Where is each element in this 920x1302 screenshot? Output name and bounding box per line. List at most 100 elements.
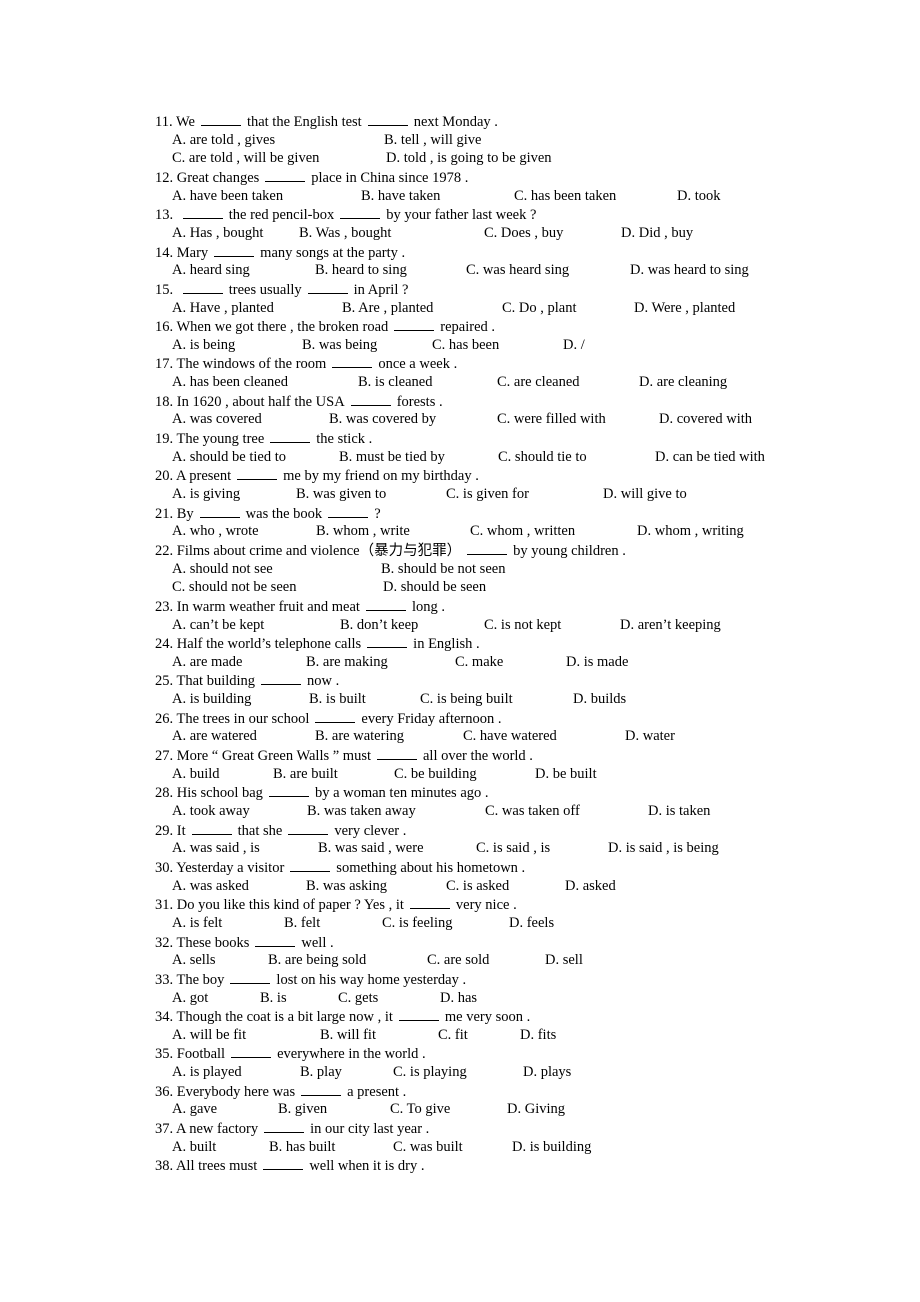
question-stem-text: That building bbox=[176, 673, 256, 689]
answer-option-b: B. was being bbox=[302, 337, 378, 353]
question-stem-text: was the book bbox=[245, 506, 323, 522]
question-19: 19. The young tree the stick . bbox=[155, 429, 372, 447]
question-stem-text: lost on his way home yesterday . bbox=[276, 972, 467, 988]
question-number: 28 bbox=[155, 785, 170, 801]
question-stem-text: Mary bbox=[176, 245, 209, 261]
answer-blank bbox=[365, 597, 406, 611]
question-stem-text: The young tree bbox=[176, 431, 265, 447]
question-number: 13 bbox=[155, 207, 170, 223]
question-20: 20. A present me by my friend on my birth… bbox=[155, 466, 479, 484]
question-stem-text: very clever . bbox=[334, 823, 407, 839]
answer-option-d: D. be built bbox=[535, 766, 597, 782]
question-number-dot: . bbox=[169, 1046, 177, 1062]
question-stem-text: These books bbox=[176, 935, 250, 951]
question-number: 29 bbox=[155, 823, 170, 839]
question-36: 36. Everybody here was a present . bbox=[155, 1082, 406, 1100]
answer-option-d: D. aren’t keeping bbox=[620, 617, 721, 633]
answer-option-b: B. was asking bbox=[306, 878, 387, 894]
answer-option-a: A. can’t be kept bbox=[172, 617, 265, 633]
question-number-dot: . bbox=[169, 1009, 177, 1025]
answer-option-a: A. will be fit bbox=[172, 1027, 247, 1043]
answer-option-c: C. To give bbox=[390, 1101, 451, 1117]
answer-option-c: C. is playing bbox=[393, 1064, 467, 1080]
question-stem-text: Great changes bbox=[176, 170, 260, 186]
answer-blank bbox=[199, 504, 240, 518]
question-number-dot: . bbox=[169, 823, 177, 839]
answer-blank bbox=[268, 783, 309, 797]
question-11: 11. We that the English test next Monday . bbox=[155, 112, 498, 130]
question-stem-text: something about his hometown . bbox=[336, 860, 526, 876]
answer-option-c: C. gets bbox=[338, 990, 379, 1006]
question-stem-text: place in China since 1978 . bbox=[311, 170, 469, 186]
options-row: A. Has , bought B. Was , bought C. Does , … bbox=[0, 224, 920, 242]
answer-blank bbox=[191, 821, 232, 835]
question-stem-text: that the English test bbox=[246, 114, 362, 130]
answer-option-b: B. was covered by bbox=[329, 411, 437, 427]
question-stem-text: everywhere in the world . bbox=[277, 1046, 426, 1062]
question-number-dot: . bbox=[169, 506, 177, 522]
answer-option-a: A. is building bbox=[172, 691, 252, 707]
question-number-dot: . bbox=[169, 935, 177, 951]
question-number-dot: . bbox=[169, 319, 177, 335]
question-number-dot: . bbox=[169, 897, 177, 913]
question-stem-text: in April ? bbox=[353, 282, 409, 298]
question-27: 27. More “ Great Green Walls ” must all o… bbox=[155, 746, 533, 764]
answer-option-c: C. is asked bbox=[446, 878, 510, 894]
question-stem-text: Half the world’s telephone calls bbox=[176, 636, 362, 652]
answer-option-c: C. should not be seen bbox=[172, 579, 297, 595]
answer-option-a: A. built bbox=[172, 1139, 217, 1155]
question-number: 17 bbox=[155, 356, 170, 372]
question-stem-text: Films about crime and violence（暴力与犯罪） bbox=[176, 543, 462, 559]
options-row: A. is giving B. was given to C. is given f… bbox=[0, 485, 920, 503]
question-stem-text: next Monday . bbox=[413, 114, 498, 130]
answer-option-d: D. builds bbox=[573, 691, 627, 707]
question-stem-text: many songs at the party . bbox=[260, 245, 406, 261]
answer-option-a: A. has been cleaned bbox=[172, 374, 288, 390]
answer-option-a: A. who , wrote bbox=[172, 523, 259, 539]
answer-option-b: B. is built bbox=[309, 691, 366, 707]
answer-blank bbox=[182, 205, 223, 219]
answer-option-a: A. Have , planted bbox=[172, 300, 274, 316]
answer-option-c: C. was built bbox=[393, 1139, 463, 1155]
answer-option-b: B. Was , bought bbox=[299, 225, 392, 241]
question-stem-text: In 1620 , about half the USA bbox=[176, 394, 345, 410]
question-number-dot: . bbox=[169, 207, 177, 223]
options-row: A. can’t be kept B. don’t keep C. is not k… bbox=[0, 616, 920, 634]
question-number: 16 bbox=[155, 319, 170, 335]
answer-option-a: A. should not see bbox=[172, 561, 273, 577]
answer-blank bbox=[261, 671, 302, 685]
question-stem-text: forests . bbox=[396, 394, 443, 410]
answer-option-b: B. was taken away bbox=[307, 803, 416, 819]
question-number: 25 bbox=[155, 673, 170, 689]
answer-blank bbox=[263, 1156, 304, 1170]
question-38: 38. All trees must well when it is dry . bbox=[155, 1156, 425, 1174]
answer-option-c: C. whom , written bbox=[470, 523, 576, 539]
options-row: A. heard sing B. heard to sing C. was hear… bbox=[0, 261, 920, 279]
answer-option-b: B. heard to sing bbox=[315, 262, 407, 278]
answer-blank bbox=[288, 821, 329, 835]
answer-option-d: D. has bbox=[440, 990, 478, 1006]
answer-blank bbox=[328, 504, 369, 518]
question-stem-text: in English . bbox=[413, 636, 480, 652]
answer-blank bbox=[398, 1007, 439, 1021]
answer-blank bbox=[290, 858, 331, 872]
question-number: 14 bbox=[155, 245, 170, 261]
question-17: 17. The windows of the room once a week . bbox=[155, 354, 457, 372]
answer-option-a: A. Has , bought bbox=[172, 225, 264, 241]
question-stem-text: me very soon . bbox=[444, 1009, 531, 1025]
options-row: A. who , wrote B. whom , write C. whom , w… bbox=[0, 522, 920, 540]
question-number: 12 bbox=[155, 170, 170, 186]
question-15: 15. trees usually in April ? bbox=[155, 280, 408, 298]
answer-option-d: D. water bbox=[625, 728, 675, 744]
question-14: 14. Mary many songs at the party . bbox=[155, 243, 405, 261]
question-number: 36 bbox=[155, 1084, 170, 1100]
answer-option-c: C. are told , will be given bbox=[172, 150, 320, 166]
answer-blank bbox=[182, 280, 223, 294]
options-row: A. will be fit B. will fit C. fit D. fits bbox=[0, 1026, 920, 1044]
options-row: A. should be tied to B. must be tied by C.… bbox=[0, 448, 920, 466]
question-stem-text: In warm weather fruit and meat bbox=[176, 599, 360, 615]
options-row: A. are made B. are making C. make D. is mad… bbox=[0, 653, 920, 671]
question-stem-text: Do you like this kind of paper ? Yes , i… bbox=[176, 897, 404, 913]
question-number-dot: . bbox=[169, 785, 177, 801]
options-row: A. was covered B. was covered by C. were f… bbox=[0, 410, 920, 428]
